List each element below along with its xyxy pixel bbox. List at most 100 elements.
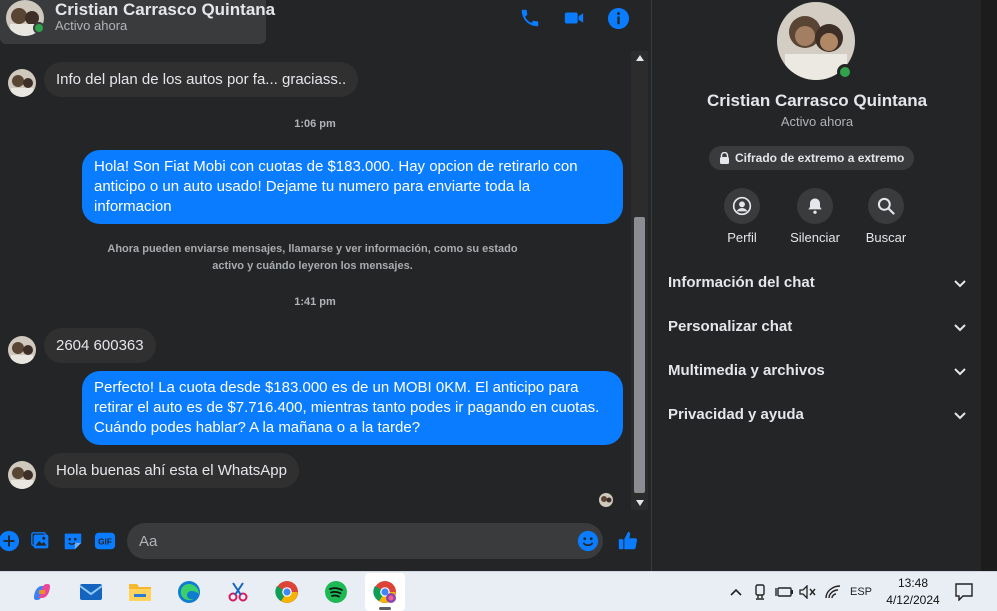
notification-icon [955, 583, 973, 601]
incoming-message[interactable]: Info del plan de los autos por fa... gra… [44, 62, 359, 97]
sticker-icon [64, 533, 82, 550]
mail-icon [79, 584, 103, 600]
sender-avatar[interactable] [8, 69, 36, 97]
info-icon [607, 7, 629, 29]
section-label: Multimedia y archivos [668, 362, 825, 379]
chat-pane: Cristian Carrasco Quintana Activo ahora … [0, 0, 650, 571]
edge-icon [178, 581, 200, 603]
online-indicator [33, 22, 45, 34]
video-call-button[interactable] [562, 6, 586, 30]
sender-avatar[interactable] [8, 461, 36, 489]
message-scrollbar[interactable] [631, 51, 648, 510]
section-label: Personalizar chat [668, 318, 793, 335]
send-like-button[interactable] [616, 529, 640, 553]
message-input[interactable] [127, 523, 603, 559]
outgoing-message[interactable]: Hola! Son Fiat Mobi con cuotas de $183.0… [82, 150, 623, 224]
notifications-button[interactable] [953, 582, 975, 602]
scissors-icon [228, 582, 248, 602]
snipping-tool-app[interactable] [218, 573, 258, 611]
privacy-help-section[interactable]: Privacidad y ayuda [652, 395, 982, 435]
outgoing-message[interactable]: Perfecto! La cuota desde $183.000 es de … [82, 371, 623, 445]
file-explorer-app[interactable] [120, 573, 160, 611]
chrome-app[interactable] [267, 573, 307, 611]
scroll-thumb[interactable] [634, 217, 645, 493]
thumbs-up-icon [618, 531, 638, 550]
search-action-label: Buscar [865, 230, 907, 245]
composer: GIF [0, 517, 650, 565]
sticker-button[interactable] [61, 529, 85, 553]
chevron-up-icon [730, 588, 742, 596]
customize-chat-section[interactable]: Personalizar chat [652, 307, 982, 347]
message-timestamp: 1:41 pm [294, 296, 336, 308]
mute-action-label: Silenciar [790, 230, 840, 245]
network-button[interactable] [823, 582, 843, 602]
contact-name[interactable]: Cristian Carrasco Quintana [55, 0, 275, 20]
incoming-message[interactable]: Hola buenas ahí esta el WhatsApp [44, 453, 299, 488]
message-timestamp: 1:06 pm [294, 118, 336, 130]
battery-button[interactable] [774, 582, 794, 602]
clock-date[interactable]: 4/12/2024 [880, 593, 946, 607]
media-files-section[interactable]: Multimedia y archivos [652, 351, 982, 391]
volume-button[interactable] [798, 582, 818, 602]
encryption-badge[interactable]: Cifrado de extremo a extremo [709, 146, 915, 170]
svg-text:GIF: GIF [98, 538, 112, 547]
chrome-messenger-app[interactable] [365, 573, 405, 611]
profile-action-label: Perfil [727, 230, 757, 245]
profile-action-circle[interactable] [724, 188, 760, 224]
mute-action-circle[interactable] [797, 188, 833, 224]
profile-name: Cristian Carrasco Quintana [706, 91, 928, 110]
search-icon [877, 197, 895, 215]
clock-time[interactable]: 13:48 [885, 576, 941, 590]
device-tray-button[interactable] [751, 582, 769, 602]
system-notice: Ahora pueden enviarse mensajes, llamarse… [107, 243, 518, 272]
chat-info-section[interactable]: Información del chat [652, 263, 982, 303]
chevron-down-icon [954, 324, 966, 332]
read-receipt-avatar [599, 493, 613, 507]
emoji-button[interactable] [576, 529, 600, 553]
chrome-icon [275, 581, 298, 603]
profile-photo[interactable] [777, 2, 855, 80]
search-action[interactable]: Buscar [854, 188, 918, 245]
folder-icon [129, 584, 151, 601]
incoming-message[interactable]: 2604 600363 [44, 328, 156, 363]
plus-circle-icon [0, 530, 20, 552]
conversation-info-pane: Cristian Carrasco Quintana Activo ahora … [651, 0, 981, 571]
scroll-up-arrow[interactable] [631, 51, 648, 65]
phone-icon [521, 9, 539, 27]
contact-header-button[interactable]: Cristian Carrasco Quintana Activo ahora [0, 0, 275, 44]
edge-app[interactable] [169, 573, 209, 611]
mute-action[interactable]: Silenciar [783, 188, 847, 245]
scroll-down-arrow[interactable] [631, 496, 648, 510]
attach-media-button[interactable] [29, 529, 53, 553]
smiley-icon [577, 530, 599, 552]
contact-status: Activo ahora [55, 18, 128, 33]
bell-icon [808, 198, 822, 214]
copilot-app[interactable] [22, 573, 62, 611]
chrome-profile-icon [373, 581, 396, 603]
gif-icon: GIF [94, 532, 116, 550]
copilot-icon [34, 584, 50, 600]
mail-app[interactable] [71, 573, 111, 611]
user-circle-icon [732, 196, 752, 216]
chevron-down-icon [954, 280, 966, 288]
caret-down-icon [635, 500, 644, 506]
spotify-icon [325, 581, 347, 603]
spotify-app[interactable] [316, 573, 356, 611]
conversation-info-button[interactable] [606, 6, 630, 30]
windows-taskbar: ESP 13:48 4/12/2024 [0, 571, 997, 611]
sender-avatar[interactable] [8, 336, 36, 364]
device-icon [755, 584, 765, 600]
search-action-circle[interactable] [868, 188, 904, 224]
language-indicator[interactable]: ESP [847, 582, 875, 602]
message-list[interactable]: Info del plan de los autos por fa... gra… [0, 50, 630, 510]
profile-action[interactable]: Perfil [710, 188, 774, 245]
show-hidden-icons-button[interactable] [727, 582, 745, 602]
image-icon [31, 532, 49, 549]
lock-icon [720, 152, 729, 164]
volume-muted-icon [799, 585, 816, 599]
chevron-down-icon [954, 412, 966, 420]
gif-button[interactable]: GIF [93, 529, 117, 553]
window-edge [981, 0, 997, 571]
more-actions-button[interactable] [0, 529, 21, 553]
audio-call-button[interactable] [518, 6, 542, 30]
